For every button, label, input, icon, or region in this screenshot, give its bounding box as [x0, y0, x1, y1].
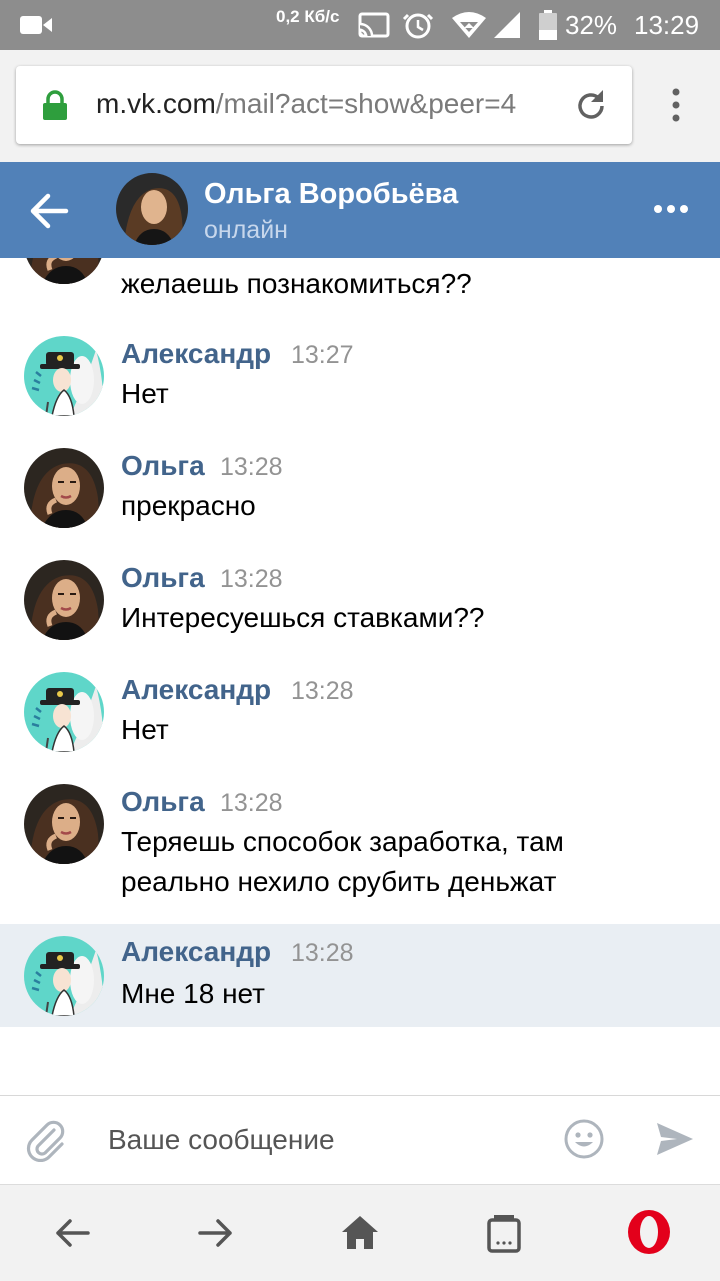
- net-speed: 0,2 Кб/с: [276, 7, 340, 26]
- browser-bottom-nav: [0, 1184, 720, 1281]
- url-host: m.vk.com: [96, 88, 216, 119]
- chat-title: Ольга Воробьёва: [204, 178, 459, 210]
- message-item: Александр 13:28 Нет: [0, 658, 720, 768]
- message-text: желаешь познакомиться??: [121, 268, 472, 299]
- browser-menu-icon[interactable]: [666, 88, 686, 124]
- url-path: /mail?act=show&peer=4: [215, 88, 517, 119]
- message-time: 13:28: [220, 789, 283, 817]
- status-icons: [358, 12, 520, 39]
- alarm-icon: [402, 13, 434, 39]
- message-item: Александр 13:27 Нет: [0, 322, 720, 432]
- send-icon[interactable]: [655, 1119, 695, 1159]
- sender-avatar[interactable]: [24, 258, 104, 284]
- message-text: Нет: [121, 714, 169, 745]
- message-list[interactable]: желаешь познакомиться?? Александр 13:27 …: [0, 258, 720, 1095]
- url-text[interactable]: m.vk.com/mail?act=show&peer=4: [96, 86, 552, 122]
- browser-forward-icon[interactable]: [196, 1213, 236, 1253]
- message-time: 13:28: [220, 453, 283, 481]
- sender-avatar[interactable]: [24, 336, 104, 416]
- message-author[interactable]: Ольга: [121, 450, 205, 482]
- home-icon[interactable]: [340, 1213, 380, 1253]
- message-item: Ольга 13:28 Интересуешься ставками??: [0, 546, 720, 656]
- opera-menu-icon[interactable]: [626, 1209, 672, 1255]
- message-composer: [0, 1095, 720, 1184]
- message-item: Ольга 13:28 прекрасно: [0, 434, 720, 544]
- sender-avatar[interactable]: [24, 672, 104, 752]
- message-author[interactable]: Александр: [121, 338, 271, 370]
- message-time: 13:28: [220, 565, 283, 593]
- status-bar: 0,2 Кб/с 32% 13:29: [0, 0, 720, 50]
- chat-status: онлайн: [204, 216, 288, 244]
- message-item: Александр 13:28 Мне 18 нет: [0, 924, 720, 1027]
- message-input[interactable]: [92, 1112, 574, 1168]
- sender-avatar[interactable]: [24, 936, 104, 1016]
- signal-icon: [494, 12, 520, 38]
- cast-icon: [358, 12, 390, 38]
- message-text: Интересуешься ставками??: [121, 602, 485, 633]
- lock-icon: [43, 90, 67, 120]
- more-options-icon[interactable]: [653, 203, 689, 215]
- message-author[interactable]: Александр: [121, 936, 271, 968]
- address-bar[interactable]: m.vk.com/mail?act=show&peer=4: [16, 66, 632, 144]
- message-text: Мне 18 нет: [121, 978, 265, 1009]
- sender-avatar[interactable]: [24, 784, 104, 864]
- message-text: Теряешь способок заработка, там реально …: [121, 826, 564, 897]
- browser-back-icon[interactable]: [52, 1213, 92, 1253]
- message-author[interactable]: Ольга: [121, 562, 205, 594]
- sender-avatar[interactable]: [24, 448, 104, 528]
- battery-percent: 32%: [565, 10, 618, 40]
- status-time: 13:29: [634, 10, 700, 40]
- message-time: 13:27: [291, 341, 354, 369]
- message-time: 13:28: [291, 677, 354, 705]
- back-arrow-icon[interactable]: [28, 190, 70, 232]
- message-author[interactable]: Александр: [121, 674, 271, 706]
- sender-avatar[interactable]: [24, 560, 104, 640]
- message-text: прекрасно: [121, 490, 256, 521]
- chat-avatar[interactable]: [116, 173, 188, 245]
- video-camera-icon: [20, 16, 52, 34]
- battery-icon: [539, 10, 557, 40]
- emoji-icon[interactable]: [563, 1118, 605, 1160]
- message-item: желаешь познакомиться??: [0, 258, 720, 314]
- reload-icon[interactable]: [573, 88, 609, 124]
- chat-header: Ольга Воробьёва онлайн: [0, 162, 720, 258]
- message-author[interactable]: Ольга: [121, 786, 205, 818]
- attach-icon[interactable]: [24, 1118, 68, 1162]
- message-time: 13:28: [291, 939, 354, 967]
- browser-toolbar: m.vk.com/mail?act=show&peer=4: [0, 50, 720, 162]
- wifi-icon: [452, 12, 486, 38]
- message-text: Нет: [121, 378, 169, 409]
- message-item: Ольга 13:28 Теряешь способок заработка, …: [0, 770, 720, 920]
- tabs-icon[interactable]: [484, 1213, 524, 1253]
